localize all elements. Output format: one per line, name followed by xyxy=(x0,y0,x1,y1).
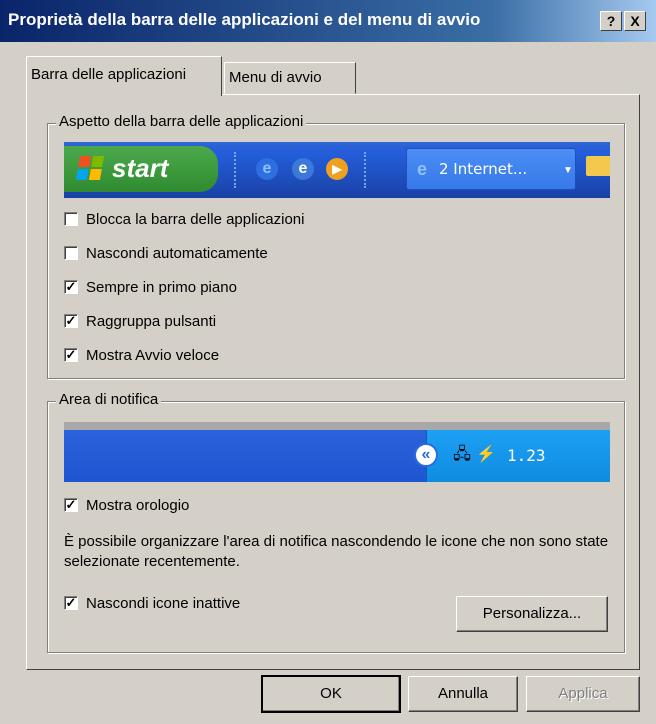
title-bar[interactable]: Proprietà della barra delle applicazioni… xyxy=(0,0,656,42)
outlook-icon: e xyxy=(292,158,314,180)
checkbox-label[interactable]: Nascondi automaticamente xyxy=(86,245,268,262)
taskbar-separator xyxy=(234,152,240,188)
checkbox-label[interactable]: Blocca la barra delle applicazioni xyxy=(86,211,304,228)
checkbox-label[interactable]: Mostra orologio xyxy=(86,497,189,514)
taskbar-group-button: e 2 Internet... ▼ xyxy=(406,148,576,190)
checkbox-label[interactable]: Sempre in primo piano xyxy=(86,279,237,296)
help-button[interactable]: ? xyxy=(600,11,622,31)
taskbar-preview: start e e ▶ e 2 Internet... ▼ xyxy=(64,142,610,198)
checkbox-box[interactable] xyxy=(64,212,78,226)
system-tray-preview: « 🖧 ⚡ 1.23 xyxy=(414,430,610,482)
tab-panel: Aspetto della barra delle applicazioni s… xyxy=(26,94,640,670)
checkbox-box[interactable]: ✓ xyxy=(64,498,78,512)
taskbar-separator xyxy=(364,152,370,188)
checkbox-label[interactable]: Nascondi icone inattive xyxy=(86,595,240,612)
windows-logo-icon xyxy=(75,156,105,180)
taskbar-properties-dialog: Proprietà della barra delle applicazioni… xyxy=(0,0,656,724)
customize-button[interactable]: Personalizza... xyxy=(456,596,608,632)
lock-taskbar-checkbox[interactable]: Blocca la barra delle applicazioni xyxy=(64,208,304,230)
quick-launch-checkbox[interactable]: ✓ Mostra Avvio veloce xyxy=(64,344,219,366)
start-label: start xyxy=(112,153,169,183)
close-button[interactable]: X xyxy=(624,11,646,31)
folder-icon xyxy=(586,156,610,176)
notification-description: È possibile organizzare l'area di notifi… xyxy=(64,533,609,570)
checkbox-box[interactable] xyxy=(64,246,78,260)
group-buttons-checkbox[interactable]: ✓ Raggruppa pulsanti xyxy=(64,310,216,332)
tab-start-menu[interactable]: Menu di avvio xyxy=(224,62,356,94)
apply-button[interactable]: Applica xyxy=(526,676,640,712)
taskbar-appearance-group: Aspetto della barra delle applicazioni s… xyxy=(47,113,625,379)
clock-text: 1.23 xyxy=(507,446,546,465)
network-icon: 🖧 xyxy=(453,446,471,463)
always-on-top-checkbox[interactable]: ✓ Sempre in primo piano xyxy=(64,276,237,298)
notification-area-preview: « 🖧 ⚡ 1.23 xyxy=(64,422,610,482)
tab-taskbar[interactable]: Barra delle applicazioni xyxy=(26,56,222,96)
ie-icon: e xyxy=(417,159,428,179)
start-button-preview: start xyxy=(64,146,218,192)
checkbox-box[interactable]: ✓ xyxy=(64,314,78,328)
group-legend: Aspetto della barra delle applicazioni xyxy=(56,113,307,130)
cancel-button[interactable]: Annulla xyxy=(408,676,518,712)
media-player-icon: ▶ xyxy=(326,158,348,180)
checkbox-box[interactable]: ✓ xyxy=(64,596,78,610)
auto-hide-checkbox[interactable]: Nascondi automaticamente xyxy=(64,242,268,264)
checkbox-label[interactable]: Mostra Avvio veloce xyxy=(86,347,219,364)
chevron-down-icon: ▼ xyxy=(563,165,573,176)
safely-remove-hardware-icon: ⚡ xyxy=(476,446,496,463)
hide-inactive-icons-checkbox[interactable]: ✓ Nascondi icone inattive xyxy=(64,592,240,614)
taskbar-group-label: 2 Internet... xyxy=(439,160,528,178)
checkbox-box[interactable]: ✓ xyxy=(64,280,78,294)
checkbox-box[interactable]: ✓ xyxy=(64,348,78,362)
ok-button[interactable]: OK xyxy=(261,675,401,713)
chevron-left-icon: « xyxy=(414,443,438,467)
show-clock-checkbox[interactable]: ✓ Mostra orologio xyxy=(64,494,189,516)
notification-area-group: Area di notifica « 🖧 ⚡ 1.23 ✓ Mostra oro… xyxy=(47,391,625,653)
group-legend: Area di notifica xyxy=(56,391,162,408)
window-title: Proprietà della barra delle applicazioni… xyxy=(8,10,481,29)
checkbox-label[interactable]: Raggruppa pulsanti xyxy=(86,313,216,330)
ie-icon: e xyxy=(256,158,278,180)
